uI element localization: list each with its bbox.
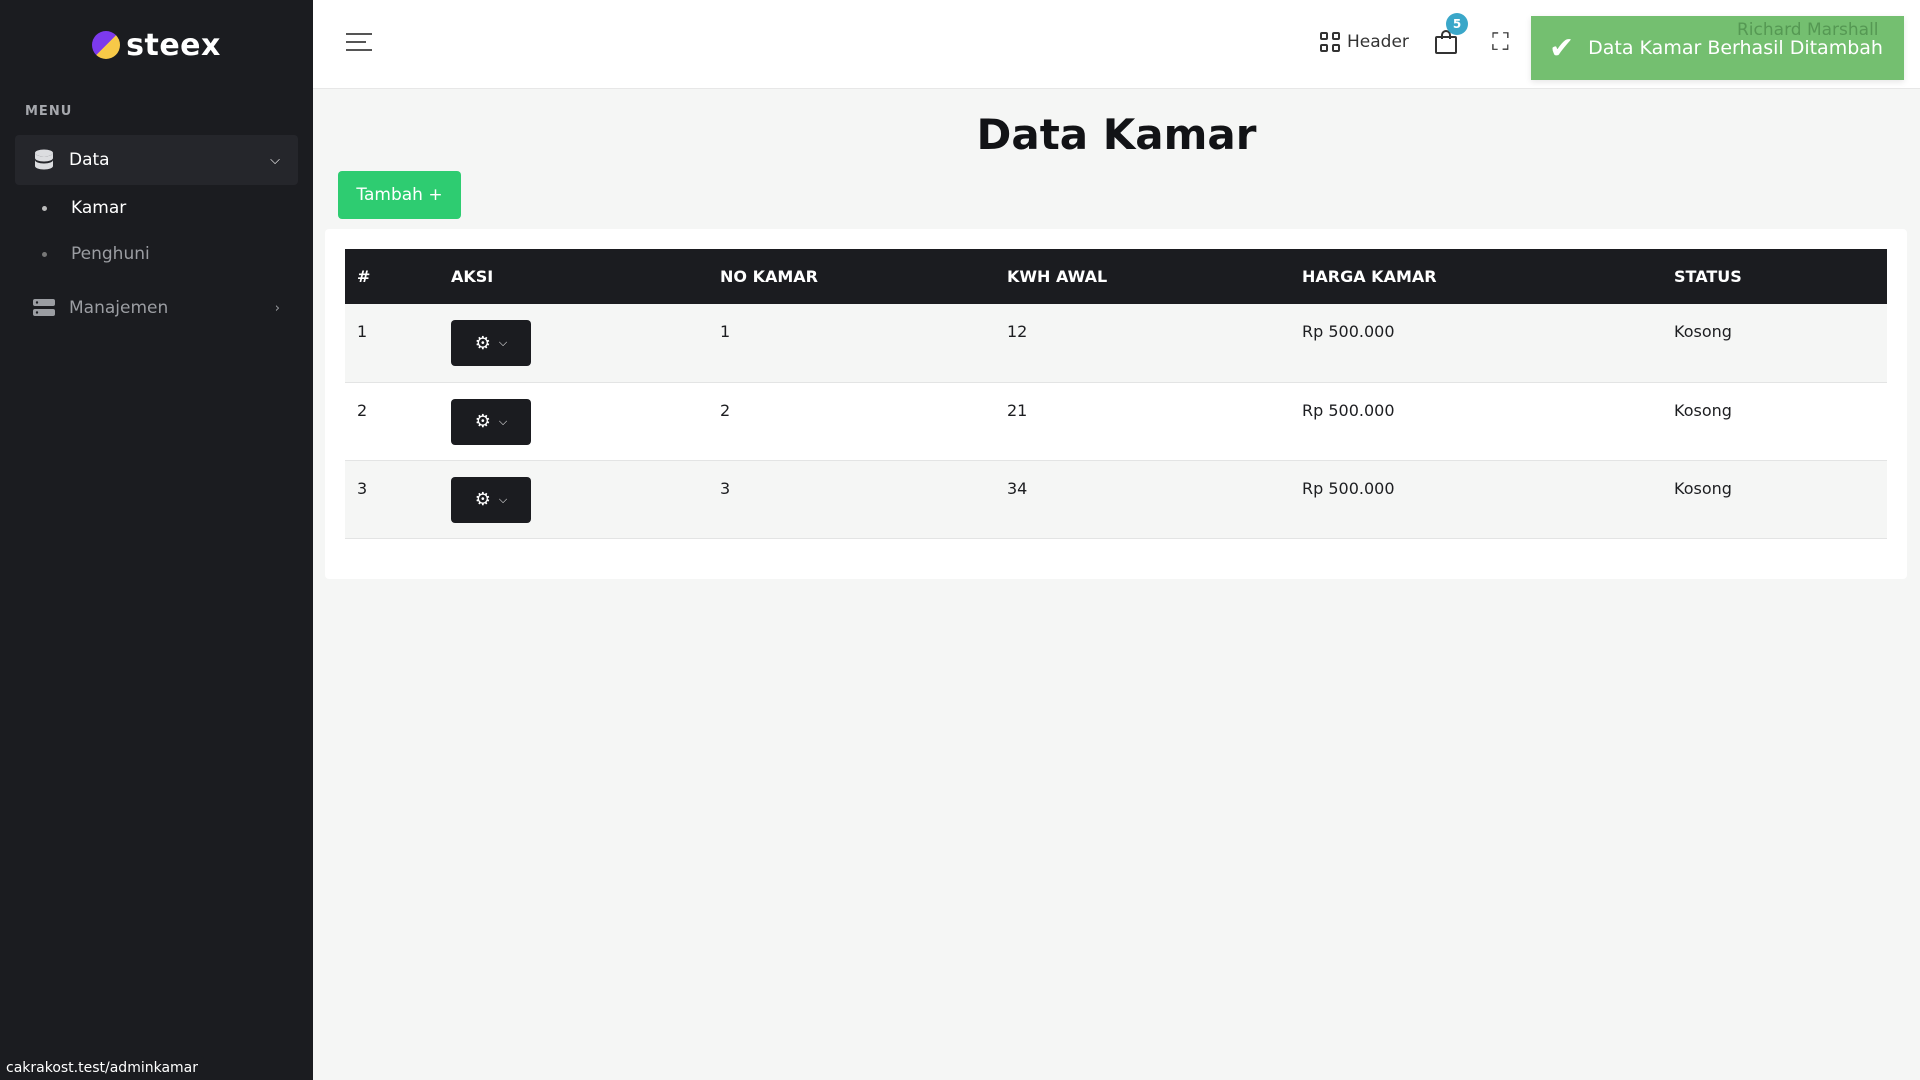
cell-status: Kosong: [1674, 400, 1732, 420]
column-header-status: STATUS: [1674, 267, 1742, 286]
cell-aksi: ⚙ ⌵: [439, 382, 708, 460]
gear-icon: ⚙: [474, 489, 491, 510]
sidebar-item-data[interactable]: Data ⌵: [15, 135, 298, 185]
cell-status: Kosong: [1674, 478, 1732, 498]
user-name-behind-toast: Richard Marshall: [1737, 20, 1879, 40]
action-dropdown-button[interactable]: ⚙ ⌵: [451, 398, 531, 445]
menu-title: MENU: [25, 104, 73, 119]
sidebar: steex MENU Data ⌵ Kamar Penghuni Manajem…: [0, 0, 313, 1080]
column-header-aksi: AKSI: [451, 267, 494, 286]
cell-no-kamar: 2: [720, 400, 731, 420]
bullet-icon: [42, 205, 47, 211]
logo-mark-icon: [92, 31, 121, 59]
action-dropdown-button[interactable]: ⚙ ⌵: [451, 320, 531, 366]
database-icon: [33, 149, 55, 171]
cell-no: 3: [357, 478, 368, 498]
sidebar-item-label: Data: [69, 150, 110, 170]
chevron-down-icon: ⌵: [498, 492, 508, 506]
chevron-right-icon: ›: [274, 300, 280, 316]
cell-kwh-awal: 12: [1007, 322, 1028, 341]
cell-kwh-awal: 21: [1007, 400, 1028, 420]
cell-no-kamar: 1: [720, 322, 731, 341]
add-button[interactable]: Tambah +: [338, 171, 461, 219]
sidebar-item-label: Manajemen: [69, 298, 169, 318]
cell-kwh-awal: 34: [1007, 478, 1028, 498]
rooms-table: # AKSI NO KAMAR KWH AWAL HARGA KAMAR STA…: [345, 249, 1887, 539]
fullscreen-icon[interactable]: ⛶: [1492, 30, 1509, 54]
brand-name: steex: [126, 27, 221, 63]
gear-icon: ⚙: [474, 411, 491, 432]
cart-count-badge: 5: [1446, 13, 1468, 35]
table-row: 1 ⚙ ⌵ 1 12 Rp 500.000 Kosong: [345, 304, 1887, 382]
chevron-down-icon: ⌵: [498, 336, 508, 349]
header-broken-image: Header: [1347, 32, 1409, 52]
server-icon: [33, 297, 55, 319]
sidebar-subitem-label: Kamar: [71, 198, 127, 218]
column-header-no: #: [357, 267, 371, 286]
apps-grid-icon[interactable]: [1320, 32, 1340, 52]
cell-status: Kosong: [1674, 322, 1732, 341]
gear-icon: ⚙: [474, 332, 491, 354]
hamburger-menu-icon[interactable]: [346, 33, 372, 53]
column-header-harga-kamar: HARGA KAMAR: [1302, 267, 1437, 286]
page-title: Data Kamar: [976, 110, 1257, 159]
table-row: 3 ⚙ ⌵ 3 34 Rp 500.000 Kosong: [345, 460, 1887, 538]
sidebar-item-manajemen[interactable]: Manajemen ›: [15, 283, 298, 333]
cell-harga-kamar: Rp 500.000: [1302, 400, 1395, 420]
sidebar-subitem-label: Penghuni: [71, 244, 150, 264]
cell-no: 2: [357, 400, 368, 420]
cell-no: 1: [357, 322, 368, 341]
bullet-icon: [42, 251, 47, 257]
chevron-down-icon: ⌵: [270, 152, 280, 168]
column-header-kwh-awal: KWH AWAL: [1007, 267, 1108, 286]
check-icon: ✔: [1549, 30, 1575, 66]
toast-message: Data Kamar Berhasil Ditambah: [1588, 37, 1883, 59]
sidebar-subitem-kamar[interactable]: Kamar: [0, 185, 313, 231]
cell-harga-kamar: Rp 500.000: [1302, 478, 1395, 498]
table-header-row: # AKSI NO KAMAR KWH AWAL HARGA KAMAR STA…: [345, 249, 1887, 304]
cell-aksi: ⚙ ⌵: [439, 460, 708, 538]
action-dropdown-button[interactable]: ⚙ ⌵: [451, 476, 531, 523]
cell-no-kamar: 3: [720, 478, 731, 498]
brand-logo[interactable]: steex: [0, 0, 313, 90]
table-card: # AKSI NO KAMAR KWH AWAL HARGA KAMAR STA…: [325, 229, 1907, 579]
cell-aksi: ⚙ ⌵: [439, 304, 708, 382]
cell-harga-kamar: Rp 500.000: [1302, 322, 1395, 341]
chevron-down-icon: ⌵: [498, 414, 508, 428]
table-row: 2 ⚙ ⌵ 2 21 Rp 500.000 Kosong: [345, 382, 1887, 460]
browser-status-url: cakrakost.test/adminkamar: [0, 1056, 205, 1080]
sidebar-subitem-penghuni[interactable]: Penghuni: [0, 231, 313, 277]
column-header-no-kamar: NO KAMAR: [720, 267, 818, 286]
